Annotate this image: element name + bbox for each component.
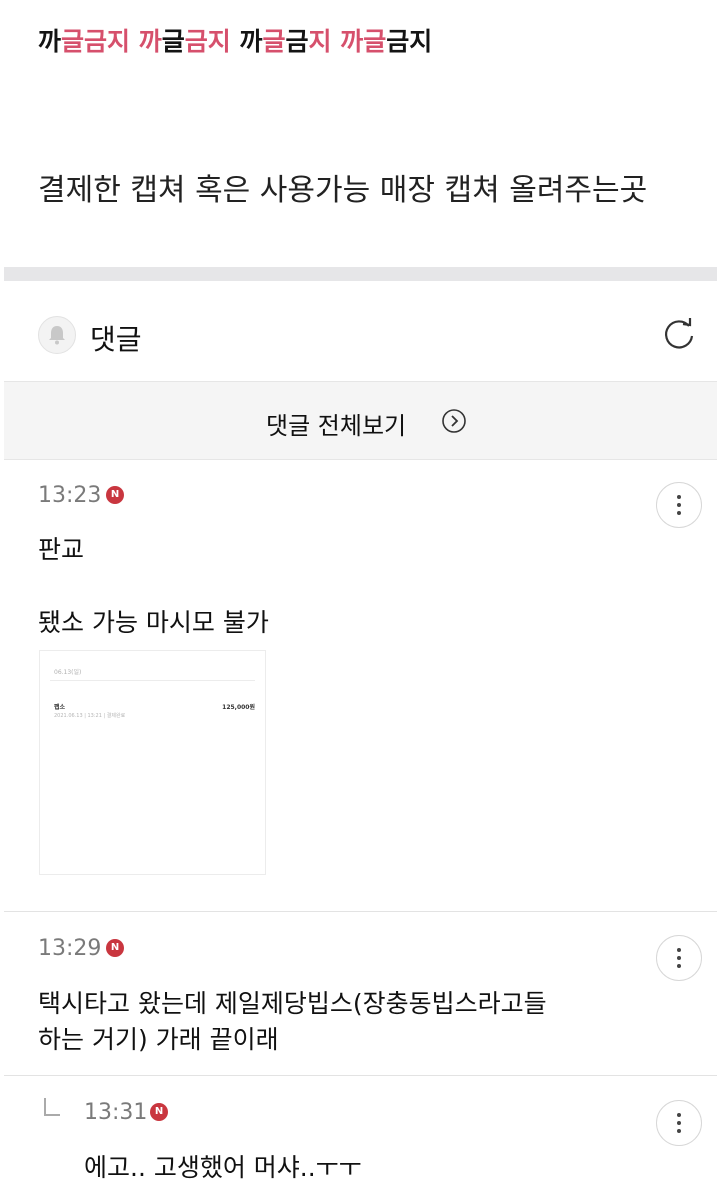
section-divider bbox=[4, 267, 717, 281]
receipt-amount: 125,000원 bbox=[222, 704, 255, 711]
top-seg: 글 bbox=[161, 27, 185, 56]
view-all-label: 댓글 전체보기 bbox=[266, 412, 407, 440]
comment-section-title: 댓글 bbox=[90, 323, 142, 356]
top-seg: 까 bbox=[38, 27, 62, 56]
top-seg: 금 bbox=[285, 27, 309, 56]
top-seg: 까 bbox=[138, 27, 162, 56]
new-badge: N bbox=[150, 1103, 168, 1121]
reply-indicator bbox=[44, 1098, 60, 1116]
bell-icon[interactable] bbox=[38, 316, 76, 354]
comment-text: 판교 bbox=[38, 535, 85, 564]
receipt-sub: 2021.06.13 | 13:21 | 결제완료 bbox=[54, 713, 126, 719]
post-top-line: 까글금지 까글금지 까글금지 까글금지 bbox=[38, 22, 432, 58]
comment-separator bbox=[4, 911, 717, 912]
post-headline: 결제한 캡쳐 혹은 사용가능 매장 캡쳐 올려주는곳 bbox=[38, 173, 648, 208]
comment-text: 에고.. 고생했어 머샤..ㅜㅜ bbox=[84, 1153, 362, 1182]
view-all-comments-button[interactable]: 댓글 전체보기 bbox=[4, 381, 717, 460]
top-seg: 까 bbox=[239, 27, 263, 56]
more-vertical-icon[interactable] bbox=[656, 935, 702, 981]
new-badge: N bbox=[106, 486, 124, 504]
top-seg: 지 bbox=[409, 27, 433, 56]
top-seg: 글 bbox=[262, 27, 286, 56]
receipt-item: 팹소 bbox=[54, 704, 66, 711]
comment-time: 13:29 bbox=[38, 936, 102, 961]
comment-time: 13:31 bbox=[84, 1100, 148, 1125]
new-badge: N bbox=[106, 939, 124, 957]
comment-text: 됐소 가능 마시모 불가 bbox=[38, 608, 269, 637]
comment-separator bbox=[4, 1075, 717, 1076]
comment-text: 하는 거기) 가래 끝이래 bbox=[38, 1025, 279, 1054]
receipt-date: 06.13(일) bbox=[54, 669, 82, 676]
comment-header: 댓글 bbox=[0, 300, 717, 380]
more-vertical-icon[interactable] bbox=[656, 482, 702, 528]
attachment-image[interactable]: 06.13(일) 팹소 125,000원 2021.06.13 | 13:21 … bbox=[39, 650, 266, 875]
top-seg: 금지 bbox=[184, 27, 240, 56]
top-seg: 글금지 bbox=[61, 27, 139, 56]
more-vertical-icon[interactable] bbox=[656, 1100, 702, 1146]
receipt-divider bbox=[50, 680, 255, 681]
top-seg: 지 bbox=[308, 27, 341, 56]
comment-text: 택시타고 왔는데 제일제당빕스(장충동빕스라고들 bbox=[38, 989, 547, 1018]
chevron-right-circle-icon bbox=[441, 408, 467, 438]
refresh-icon[interactable] bbox=[659, 314, 699, 354]
comment-time: 13:23 bbox=[38, 483, 102, 508]
top-seg: 금 bbox=[386, 27, 410, 56]
top-seg: 까글 bbox=[340, 27, 387, 56]
